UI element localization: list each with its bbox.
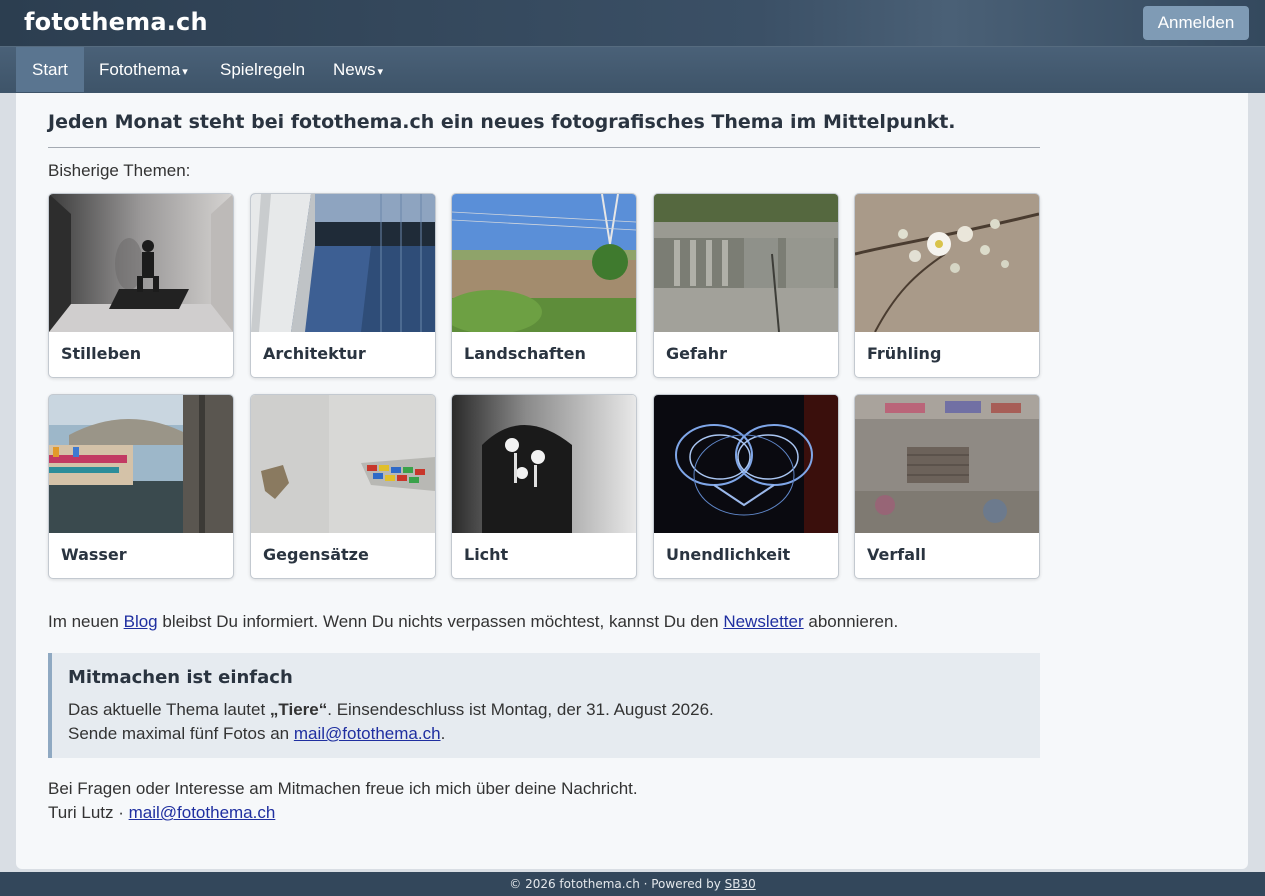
page-intro: Jeden Monat steht bei fotothema.ch ein n… xyxy=(48,111,956,133)
callout-text: Das aktuelle Thema lautet xyxy=(68,700,270,719)
theme-label: Frühling xyxy=(867,344,942,363)
nav-item-label: Start xyxy=(32,60,68,79)
theme-photo xyxy=(654,395,838,533)
callout-text: Sende maximal fünf Fotos an xyxy=(68,724,294,743)
participation-callout: Mitmachen ist einfach Das aktuelle Thema… xyxy=(48,653,1040,758)
caret-down-icon: ▾ xyxy=(182,66,188,78)
theme-card-gefahr[interactable]: Gefahr xyxy=(653,193,839,378)
footer-sb30-link[interactable]: SB30 xyxy=(725,877,756,891)
theme-photo xyxy=(654,194,838,332)
theme-label: Architektur xyxy=(263,344,366,363)
theme-label: Landschaften xyxy=(464,344,586,363)
callout-submit-info: Sende maximal fünf Fotos an mail@fotothe… xyxy=(68,724,445,744)
nav-item-start[interactable]: Start xyxy=(16,47,84,92)
callout-current-theme: Das aktuelle Thema lautet „Tiere“. Einse… xyxy=(68,700,714,720)
top-bar: fotothema.ch Anmelden xyxy=(0,0,1265,47)
nav-item-spielregeln[interactable]: Spielregeln xyxy=(220,47,305,92)
divider xyxy=(48,147,1040,148)
theme-photo xyxy=(452,395,636,533)
theme-label: Unendlichkeit xyxy=(666,545,791,564)
theme-card-verfall[interactable]: Verfall xyxy=(854,394,1040,579)
newsletter-link[interactable]: Newsletter xyxy=(723,612,803,631)
theme-label: Verfall xyxy=(867,545,926,564)
blog-info-text: bleibst Du informiert. Wenn Du nichts ve… xyxy=(157,612,724,631)
theme-card-landschaften[interactable]: Landschaften xyxy=(451,193,637,378)
blog-info-text: abonnieren. xyxy=(803,612,899,631)
theme-photo xyxy=(855,395,1039,533)
theme-card-architektur[interactable]: Architektur xyxy=(250,193,436,378)
theme-card-unendlichkeit[interactable]: Unendlichkeit xyxy=(653,394,839,579)
main-nav: Start Fotothema ▾ Spielregeln News ▾ xyxy=(0,47,1265,93)
theme-label: Gegensätze xyxy=(263,545,369,564)
theme-label: Licht xyxy=(464,545,509,564)
contact-line: Turi Lutz · mail@fotothema.ch xyxy=(48,803,275,823)
theme-photo xyxy=(49,395,233,533)
site-logo[interactable]: fotothema.ch xyxy=(24,8,208,36)
nav-item-fotothema[interactable]: Fotothema ▾ xyxy=(99,47,188,92)
theme-card-fruehling[interactable]: Frühling xyxy=(854,193,1040,378)
theme-photo xyxy=(49,194,233,332)
contact-email-link[interactable]: mail@fotothema.ch xyxy=(129,803,276,822)
submission-email-link[interactable]: mail@fotothema.ch xyxy=(294,724,441,743)
theme-card-stilleben[interactable]: Stilleben xyxy=(48,193,234,378)
nav-item-label: Fotothema xyxy=(99,60,181,79)
theme-card-wasser[interactable]: Wasser xyxy=(48,394,234,579)
theme-photo xyxy=(251,395,435,533)
footer: © 2026 fotothema.ch · Powered by SB30 xyxy=(0,872,1265,896)
blog-info-text: Im neuen xyxy=(48,612,124,631)
caret-down-icon: ▾ xyxy=(377,66,384,78)
nav-item-label: Spielregeln xyxy=(220,60,306,79)
theme-label: Stilleben xyxy=(61,344,142,363)
theme-photo xyxy=(251,194,435,332)
footer-text: © 2026 fotothema.ch · Powered by xyxy=(509,877,725,891)
blog-link[interactable]: Blog xyxy=(124,612,158,631)
theme-photo xyxy=(855,194,1039,332)
callout-text: . xyxy=(440,724,446,743)
contact-text: Bei Fragen oder Interesse am Mitmachen f… xyxy=(48,779,638,798)
theme-card-licht[interactable]: Licht xyxy=(451,394,637,579)
theme-label: Wasser xyxy=(61,545,127,564)
theme-photo xyxy=(452,194,636,332)
blog-info: Im neuen Blog bleibst Du informiert. Wen… xyxy=(48,612,898,632)
callout-title: Mitmachen ist einfach xyxy=(68,667,293,688)
nav-item-label: News xyxy=(333,60,376,79)
theme-label: Gefahr xyxy=(666,344,728,363)
theme-card-gegensaetze[interactable]: Gegensätze xyxy=(250,394,436,579)
nav-item-news[interactable]: News ▾ xyxy=(333,47,383,92)
main-content: Jeden Monat steht bei fotothema.ch ein n… xyxy=(16,93,1248,869)
contact-name: Turi Lutz · xyxy=(48,803,129,822)
current-theme: „Tiere“ xyxy=(269,700,328,719)
login-button[interactable]: Anmelden xyxy=(1143,6,1249,40)
callout-text: . Einsendeschluss ist Montag, der 31. Au… xyxy=(327,700,714,719)
themes-heading: Bisherige Themen: xyxy=(48,161,191,180)
